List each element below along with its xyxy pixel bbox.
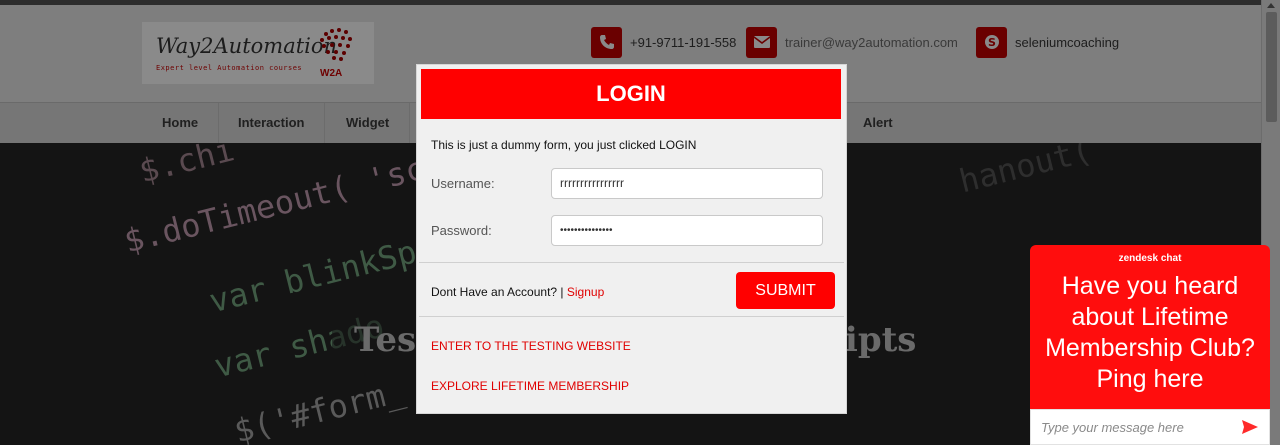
username-label: Username: xyxy=(431,176,495,191)
account-prompt: Dont Have an Account? | Signup xyxy=(431,285,604,299)
contact-email[interactable]: trainer@way2automation.com xyxy=(746,26,958,58)
nav-home[interactable]: Home xyxy=(142,103,220,143)
nav-interaction[interactable]: Interaction xyxy=(218,103,326,143)
scroll-up-arrow-icon[interactable] xyxy=(1267,3,1275,8)
logo-globe-icon xyxy=(320,28,352,61)
account-text: Dont Have an Account? | xyxy=(431,285,564,299)
chat-brand: zendesk chat xyxy=(1118,253,1182,264)
scrollbar-thumb[interactable] xyxy=(1266,12,1277,122)
username-input[interactable]: rrrrrrrrrrrrrrrr xyxy=(551,168,823,199)
logo-mark-text: W2A xyxy=(320,68,343,79)
phone-number: +91-9711-191-558 xyxy=(630,34,737,50)
divider xyxy=(419,316,844,317)
send-icon[interactable] xyxy=(1241,419,1259,435)
hero-code-line: hanout( xyxy=(955,143,1096,201)
email-address: trainer@way2automation.com xyxy=(785,34,958,50)
submit-button[interactable]: SUBMIT xyxy=(736,272,835,309)
logo-title: Way2Automation xyxy=(156,34,338,58)
explore-membership-link[interactable]: EXPLORE LIFETIME MEMBERSHIP xyxy=(431,379,629,393)
password-input[interactable]: ••••••••••••••• xyxy=(551,215,823,246)
chat-promo-message: Have you heard about Lifetime Membership… xyxy=(1045,272,1255,393)
phone-icon xyxy=(591,26,622,58)
skype-icon: S xyxy=(976,26,1007,58)
mail-icon xyxy=(746,26,777,58)
login-modal-title: LOGIN xyxy=(421,69,841,119)
site-logo[interactable]: Way2Automation Expert level Automation c… xyxy=(142,22,374,84)
password-label: Password: xyxy=(431,223,492,238)
svg-text:S: S xyxy=(988,36,996,49)
contact-phone: +91-9711-191-558 xyxy=(591,26,737,58)
login-modal: LOGIN This is just a dummy form, you jus… xyxy=(416,64,847,414)
hero-code-line: $.chi xyxy=(135,143,239,191)
chat-input-placeholder: Type your message here xyxy=(1041,420,1184,435)
skype-id: seleniumcoaching xyxy=(1015,34,1120,50)
enter-testing-website-link[interactable]: ENTER TO THE TESTING WEBSITE xyxy=(431,339,631,353)
nav-alert[interactable]: Alert xyxy=(843,103,913,143)
divider xyxy=(419,262,844,263)
login-note: This is just a dummy form, you just clic… xyxy=(431,138,697,152)
contact-skype[interactable]: S seleniumcoaching xyxy=(976,26,1120,58)
chat-message-input[interactable]: Type your message here xyxy=(1030,409,1270,445)
signup-link[interactable]: Signup xyxy=(567,285,604,299)
nav-widget[interactable]: Widget xyxy=(326,103,411,143)
logo-subtitle: Expert level Automation courses xyxy=(156,64,303,72)
